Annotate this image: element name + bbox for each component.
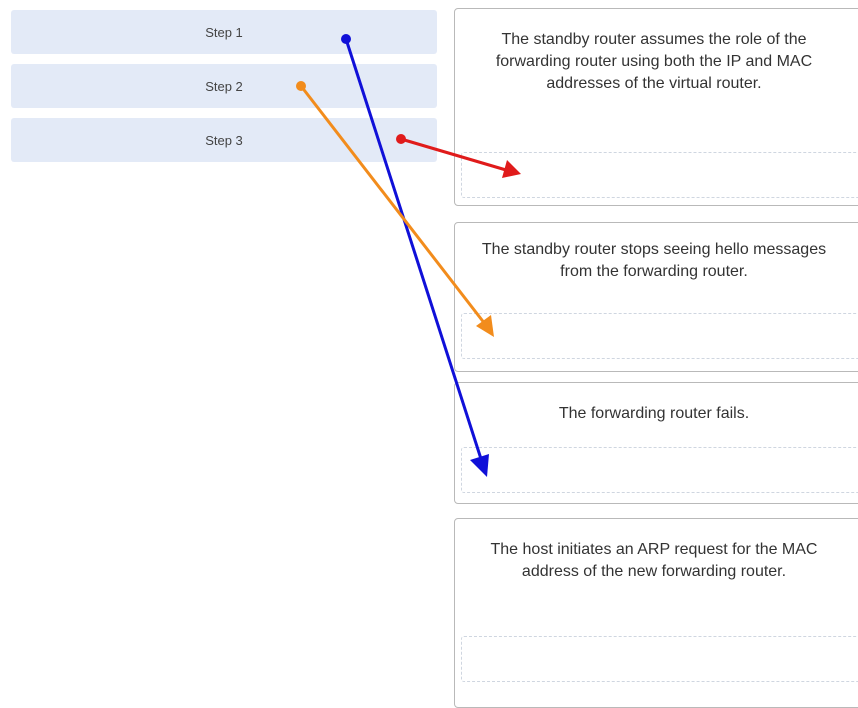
step-1-item[interactable]: Step 1 [11,10,437,54]
target-card-4: The host initiates an ARP request for th… [454,518,858,708]
card-2-text: The standby router stops seeing hello me… [481,241,827,280]
target-card-3: The forwarding router fails. [454,382,858,504]
drop-zone-2[interactable] [461,313,858,359]
step-3-label: Step 3 [205,132,243,148]
card-3-text: The forwarding router fails. [558,405,750,422]
drop-zone-4[interactable] [461,636,858,682]
card-1-text: The standby router assumes the role of t… [495,31,813,92]
step-2-label: Step 2 [205,78,243,94]
target-card-2: The standby router stops seeing hello me… [454,222,858,372]
step-2-item[interactable]: Step 2 [11,64,437,108]
step-1-label: Step 1 [205,24,243,40]
drop-zone-3[interactable] [461,447,858,493]
step-3-item[interactable]: Step 3 [11,118,437,162]
card-4-text: The host initiates an ARP request for th… [490,541,818,580]
target-card-1: The standby router assumes the role of t… [454,8,858,206]
drop-zone-1[interactable] [461,152,858,198]
